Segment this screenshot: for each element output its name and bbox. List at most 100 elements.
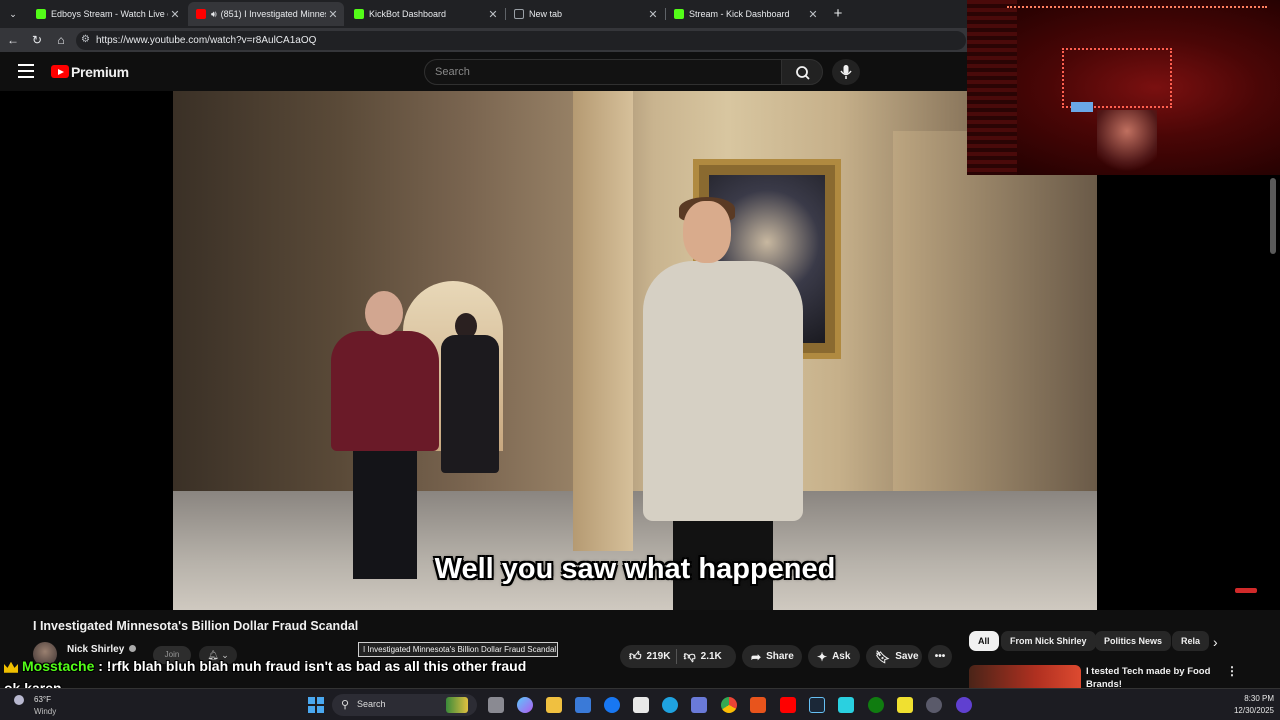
tab-search-icon[interactable]: ⌄ [5,6,21,22]
voice-search-button[interactable] [832,59,860,85]
recommendation-title[interactable]: I tested Tech made by Food Brands! [1086,665,1216,687]
ask-label: Ask [832,651,851,662]
browser-tab-youtube[interactable]: 🔊︎ (851) I Investigated Minnesota ✕ [188,2,344,26]
xbox-icon[interactable] [868,697,884,713]
copilot-icon[interactable] [517,697,533,713]
ask-button[interactable]: ✦ Ask [808,645,860,668]
tab-title: Stream - Kick Dashboard [689,9,790,19]
calculator-icon[interactable] [691,697,707,713]
save-button[interactable]: 🔖︎ Save [866,645,922,668]
task-view-icon[interactable] [488,697,504,713]
person-red-sweater [323,291,443,581]
tab-title: New tab [529,9,563,19]
home-icon[interactable]: ⌂ [53,32,69,48]
youtube-favicon-icon [196,9,206,19]
app-purple-icon[interactable] [956,697,972,713]
chat-username: Mosstache [22,658,95,674]
tab-close-icon[interactable]: ✕ [326,8,340,21]
kick-favicon-icon [674,9,684,19]
windows-taskbar: 63°F Windy ⚲ Search 8:30 PM 12/30/2025 [0,688,1280,720]
chip-all[interactable]: All [969,631,999,651]
video-subtitle: Well you saw what happened [434,553,836,585]
chip-related[interactable]: Rela [1172,631,1210,651]
tab-close-icon[interactable]: ✕ [486,8,500,21]
streamer-person [1097,110,1157,175]
sticky-notes-icon[interactable] [897,697,913,713]
sparkle-icon: ✦ [817,649,828,664]
weather-description: Windy [34,707,57,716]
tab-title: (851) I Investigated Minnesota [220,9,326,19]
like-count[interactable]: 219K [647,651,671,662]
browser-tab-kick-dashboard[interactable]: Stream - Kick Dashboard ✕ [666,2,824,26]
browser-tab-new[interactable]: New tab ✕ [506,2,664,26]
new-tab-favicon-icon [514,9,524,19]
tab-close-icon[interactable]: ✕ [806,8,820,21]
video-title: I Investigated Minnesota's Billion Dolla… [33,619,359,633]
youtube-header: Premium Search [0,52,967,92]
youtube-app-icon[interactable] [780,697,796,713]
page-scrollbar[interactable] [1268,178,1278,678]
tab-close-icon[interactable]: ✕ [168,8,182,21]
bookmark-icon: 🔖︎ [875,649,891,664]
video-frame[interactable]: Well you saw what happened [173,91,1097,610]
more-actions-button[interactable]: ••• [928,645,952,668]
kick-favicon-icon [36,9,46,19]
browser-tab-edboys[interactable]: Edboys Stream - Watch Live o ✕ [28,2,186,26]
search-button[interactable] [781,59,823,85]
file-explorer-icon[interactable] [546,697,562,713]
system-clock[interactable]: 8:30 PM 12/30/2025 [1222,693,1274,717]
app-cyan-icon[interactable] [838,697,854,713]
chrome-icon[interactable] [721,697,737,713]
obs-icon[interactable] [926,697,942,713]
person-hoodie [643,197,813,610]
clock-time: 8:30 PM [1244,694,1274,703]
app-orange-icon[interactable] [750,697,766,713]
new-tab-plus-icon[interactable]: + [830,6,846,22]
streamer-webcam [967,0,1280,175]
taskbar-search[interactable]: ⚲ Search [332,694,477,716]
scrollbar-thumb[interactable] [1270,178,1276,254]
like-dislike-group: 👍︎ 219K 👎︎ 2.1K [620,645,736,668]
live-indicator [1235,588,1257,593]
crown-badge-icon [4,661,18,673]
search-placeholder: Search [435,66,470,78]
windows-start-icon[interactable] [308,697,324,713]
facebook-icon[interactable] [604,697,620,713]
weather-widget[interactable]: 63°F Windy [4,692,74,718]
search-input[interactable]: Search [424,59,782,85]
kebab-menu-icon[interactable]: ⋮ [1226,664,1238,678]
browser-tab-kickbot[interactable]: KickBot Dashboard ✕ [346,2,504,26]
tab-close-icon[interactable]: ✕ [646,8,660,21]
edge-browser-icon[interactable] [662,697,678,713]
chip-politics-news[interactable]: Politics News [1095,631,1172,651]
site-info-icon[interactable]: ⚙ [81,34,90,45]
reload-icon[interactable]: ↻ [29,32,45,48]
share-label: Share [766,651,794,662]
person-woman [441,313,501,473]
hamburger-menu-icon[interactable] [18,64,34,78]
thumbs-up-icon[interactable]: 👍︎ [629,649,642,664]
microphone-icon [840,65,852,79]
channel-name[interactable]: Nick Shirley [67,644,124,655]
share-button[interactable]: ➦ Share [742,645,802,668]
clock-date: 12/30/2025 [1233,706,1274,715]
search-icon: ⚲ [341,699,350,711]
youtube-premium-logo-text[interactable]: Premium [71,64,129,80]
chip-from-nick-shirley[interactable]: From Nick Shirley [1001,631,1096,651]
chevron-right-icon[interactable]: › [1213,634,1218,650]
temperature: 63°F [34,695,51,704]
microsoft-store-icon[interactable] [575,697,591,713]
address-bar[interactable]: ⚙ https://www.youtube.com/watch?v=r8AulC… [76,31,966,50]
steam-icon[interactable] [809,697,825,713]
weather-icon [14,695,24,705]
share-arrow-icon: ➦ [751,649,762,664]
dislike-count[interactable]: 2.1K [701,651,722,662]
youtube-logo-icon[interactable] [51,65,69,78]
thumbs-down-icon[interactable]: 👎︎ [683,649,695,664]
speaker-icon[interactable]: 🔊︎ [211,9,217,20]
more-horizontal-icon: ••• [934,651,946,662]
recommendation-thumbnail[interactable] [969,665,1081,689]
kick-favicon-icon [354,9,364,19]
amazon-icon[interactable] [633,697,649,713]
back-arrow-icon[interactable]: ← [5,32,21,48]
